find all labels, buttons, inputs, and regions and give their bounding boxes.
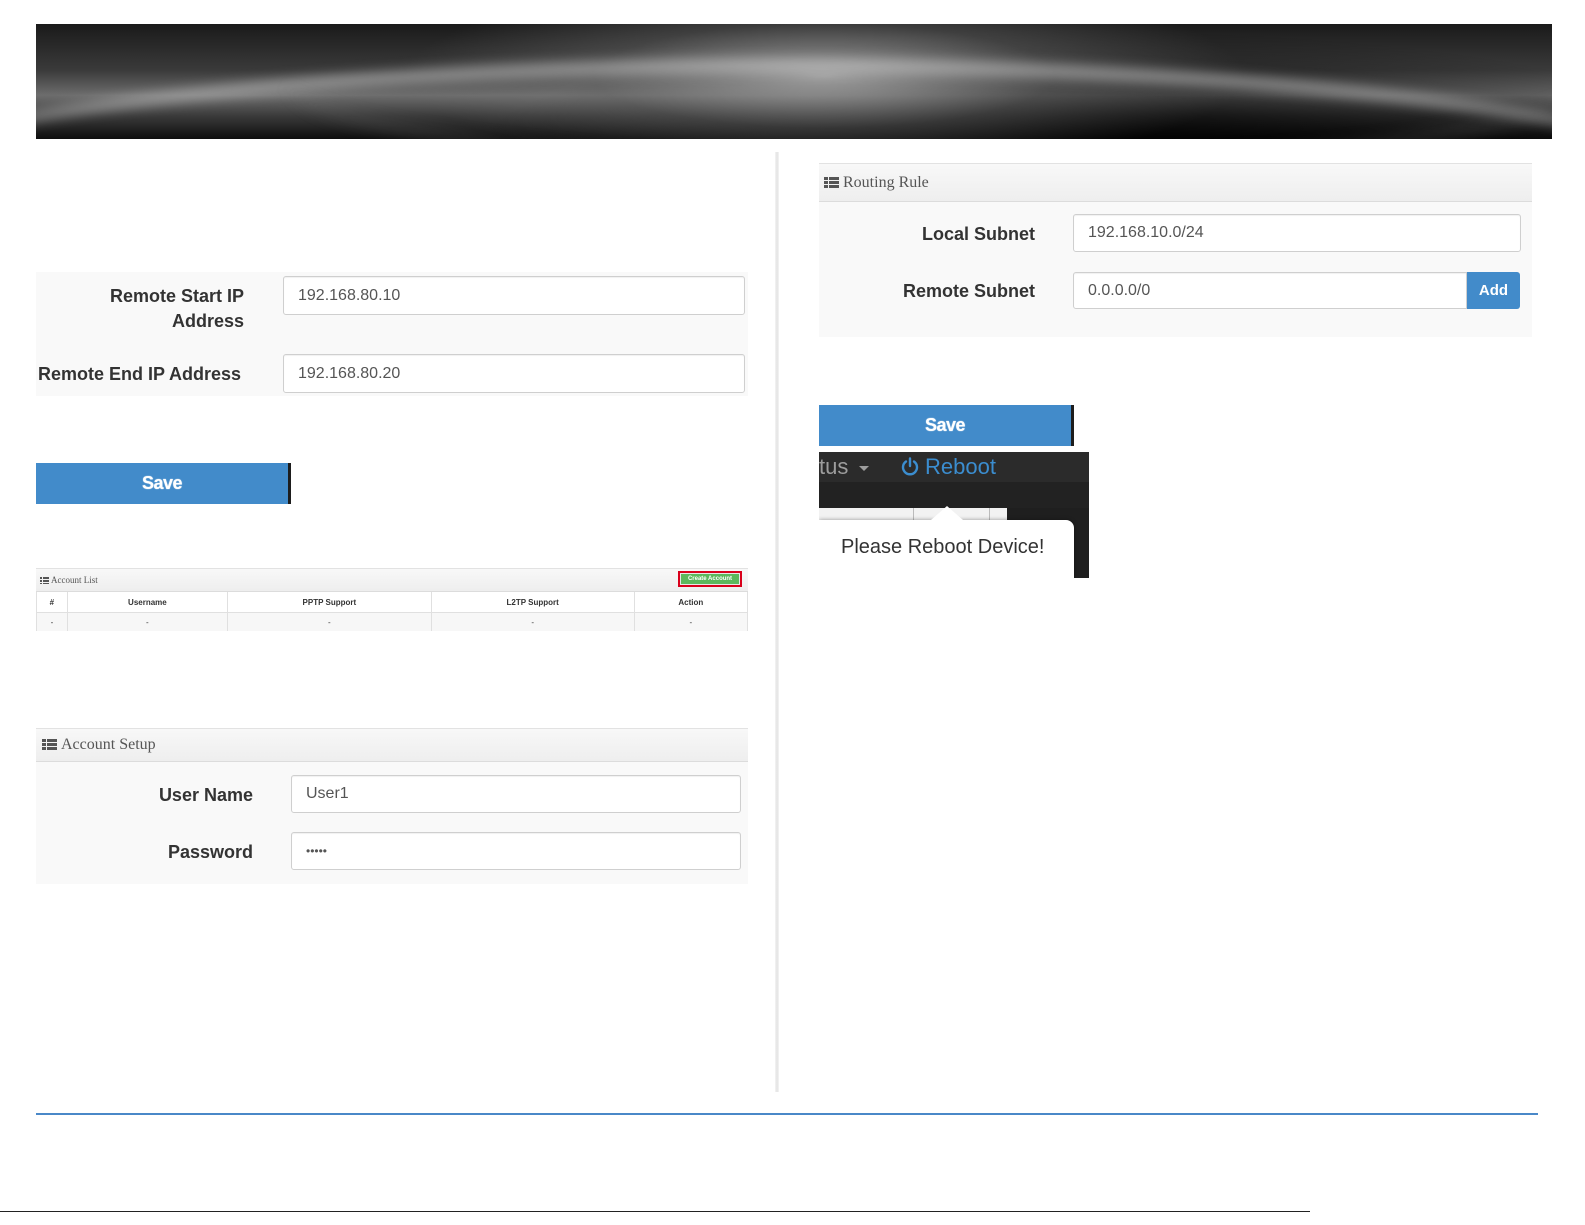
save-button[interactable]: Save <box>36 463 291 504</box>
remote-end-ip-label: Remote End IP Address <box>38 364 242 384</box>
account-setup-panel: User Name User1 Password ••••• <box>36 762 748 884</box>
footer-rule <box>0 1211 1310 1212</box>
table-cell: - <box>36 612 68 631</box>
chevron-down-icon <box>859 466 869 471</box>
create-account-label: Create Account <box>681 574 739 584</box>
remote-subnet-input[interactable]: 0.0.0.0/0 <box>1073 272 1467 309</box>
table-cell: - <box>633 612 749 631</box>
column-header: # <box>36 592 68 613</box>
column-header: PPTP Support <box>226 592 432 613</box>
remote-start-ip-input[interactable]: 192.168.80.10 <box>283 276 745 315</box>
password-label: Password <box>167 842 253 862</box>
table-cell: - <box>66 612 228 631</box>
password-input[interactable]: ••••• <box>291 832 741 870</box>
account-setup-header: Account Setup <box>36 728 748 762</box>
column-divider <box>775 152 779 1092</box>
local-subnet-label: Local Subnet <box>921 224 1035 244</box>
ip-range-panel: Remote Start IP Address 192.168.80.10 Re… <box>36 272 748 396</box>
power-icon <box>901 457 919 476</box>
column-header: L2TP Support <box>430 592 635 613</box>
list-icon <box>40 576 49 584</box>
popover-arrow <box>931 506 963 520</box>
table-cell: - <box>226 612 432 631</box>
create-account-button[interactable]: Create Account <box>678 571 742 587</box>
reboot-screenshot: tus Reboot Please Reboot Device! <box>819 452 1089 578</box>
account-setup-title: Account Setup <box>61 736 156 753</box>
reboot-link[interactable]: Reboot <box>901 454 996 480</box>
remote-subnet-label: Remote Subnet <box>902 281 1035 301</box>
status-menu-label[interactable]: tus <box>819 454 848 480</box>
list-icon <box>42 739 57 751</box>
routing-rule-header: Routing Rule <box>819 163 1532 202</box>
list-icon <box>824 176 839 189</box>
column-header: Action <box>633 592 749 613</box>
remote-start-ip-label: Remote Start IP Address <box>109 286 244 331</box>
table-cell: - <box>430 612 635 631</box>
account-list-header: Account List <box>36 568 748 592</box>
user-name-input[interactable]: User1 <box>291 775 741 813</box>
routing-rule-panel: Local Subnet 192.168.10.0/24 Remote Subn… <box>819 202 1532 337</box>
add-button[interactable]: Add <box>1467 272 1520 309</box>
local-subnet-input[interactable]: 192.168.10.0/24 <box>1073 214 1521 252</box>
account-table: # Username PPTP Support L2TP Support Act… <box>36 592 749 631</box>
user-name-label: User Name <box>158 785 253 805</box>
account-list-panel: Account List Create Account # Username P… <box>36 568 749 634</box>
popover-text: Please Reboot Device! <box>841 536 1045 558</box>
reboot-label: Reboot <box>925 454 996 479</box>
table-row: - - - - - <box>36 612 749 631</box>
column-header: Username <box>66 592 228 613</box>
account-list-title: Account List <box>51 575 98 585</box>
remote-end-ip-input[interactable]: 192.168.80.20 <box>283 354 745 393</box>
horizontal-rule <box>36 1113 1538 1115</box>
header-banner <box>36 24 1552 139</box>
save-button[interactable]: Save <box>819 405 1074 446</box>
routing-rule-title: Routing Rule <box>843 173 929 191</box>
